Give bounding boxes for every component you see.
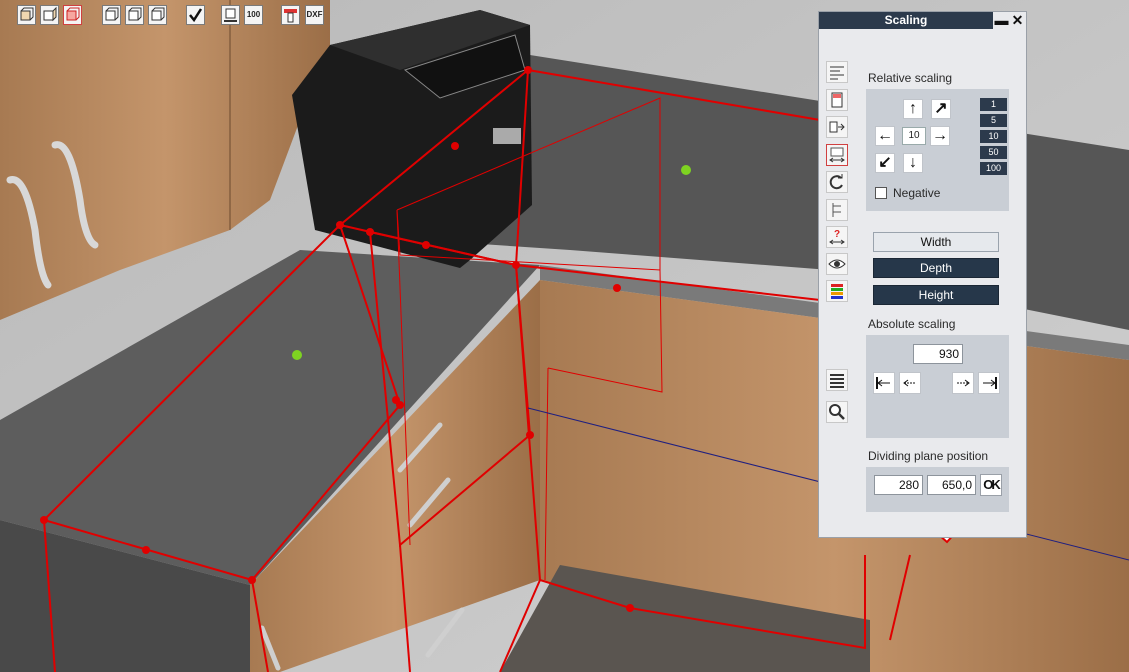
cut-section-icon[interactable]	[281, 5, 300, 25]
step-100-button[interactable]: 100	[980, 162, 1007, 175]
view-front-icon[interactable]	[17, 5, 36, 25]
rotate-icon[interactable]	[826, 171, 848, 193]
negative-checkbox[interactable]	[875, 187, 887, 199]
dividing-value-field-2[interactable]: 650,0	[927, 475, 976, 495]
shrink-left-button[interactable]	[899, 372, 921, 394]
move-icon[interactable]	[826, 116, 848, 138]
dxf-export-button[interactable]: DXF	[305, 5, 324, 25]
ok-button[interactable]: OK	[980, 474, 1002, 496]
relative-scaling-label: Relative scaling	[868, 71, 953, 85]
list-icon[interactable]	[826, 369, 848, 391]
view-top-icon[interactable]	[63, 5, 82, 25]
arrow-up-right-button[interactable]: ↗	[931, 99, 951, 119]
minimize-button[interactable]: ▬	[994, 12, 1009, 29]
view-side-icon[interactable]	[40, 5, 59, 25]
arrow-down-button[interactable]: ↓	[903, 153, 923, 173]
center-marker[interactable]	[681, 165, 691, 175]
align-left-edge-button[interactable]	[873, 372, 895, 394]
step-50-button[interactable]: 50	[980, 146, 1007, 159]
negative-label: Negative	[893, 186, 941, 200]
height-button[interactable]: Height	[873, 285, 999, 305]
width-button[interactable]: Width	[873, 232, 999, 252]
close-button[interactable]: ✕	[1010, 12, 1025, 29]
step-1-button[interactable]: 1	[980, 98, 1007, 111]
floor-plan-icon[interactable]	[221, 5, 240, 25]
depth-button[interactable]: Depth	[873, 258, 999, 278]
absolute-scaling-label: Absolute scaling	[868, 317, 956, 331]
zoom-icon[interactable]	[826, 401, 848, 423]
scaling-panel: Scaling ▬ ✕ ? Relative scaling ↑ ↗ ← 10 …	[818, 11, 1027, 538]
step-value-field[interactable]: 10	[902, 127, 926, 145]
step-10-button[interactable]: 10	[980, 130, 1007, 143]
panel-title: Scaling	[819, 12, 993, 29]
checkmark-icon[interactable]	[186, 5, 205, 25]
absolute-value-field[interactable]: 930	[913, 344, 963, 364]
measure-icon[interactable]: 100	[244, 5, 263, 25]
arrow-right-button[interactable]: →	[930, 126, 950, 146]
dividing-plane-label: Dividing plane position	[868, 449, 989, 463]
arrow-up-button[interactable]: ↑	[903, 99, 923, 119]
arrow-left-button[interactable]: ←	[875, 126, 895, 146]
align-right-edge-button[interactable]	[978, 372, 1000, 394]
layers-color-icon[interactable]	[826, 280, 848, 302]
cube-view-icon[interactable]	[125, 5, 144, 25]
step-5-button[interactable]: 5	[980, 114, 1007, 127]
help-width-icon[interactable]: ?	[826, 226, 848, 248]
page-icon[interactable]	[826, 89, 848, 111]
cube-view-icon[interactable]	[102, 5, 121, 25]
appliance-vent	[493, 128, 521, 144]
dimension-icon[interactable]	[826, 199, 848, 221]
scale-icon[interactable]	[826, 144, 848, 166]
center-marker[interactable]	[292, 350, 302, 360]
arrow-down-left-button[interactable]: ↙	[875, 153, 895, 173]
eye-icon[interactable]	[826, 253, 848, 275]
cube-view-icon[interactable]	[148, 5, 167, 25]
dividing-value-field-1[interactable]: 280	[874, 475, 923, 495]
align-icon[interactable]	[826, 61, 848, 83]
svg-text:?: ?	[834, 229, 840, 240]
relative-scaling-group: ↑ ↗ ← 10 → ↙ ↓ 1 5 10 50 100 Negative	[866, 89, 1009, 211]
shrink-right-button[interactable]	[952, 372, 974, 394]
